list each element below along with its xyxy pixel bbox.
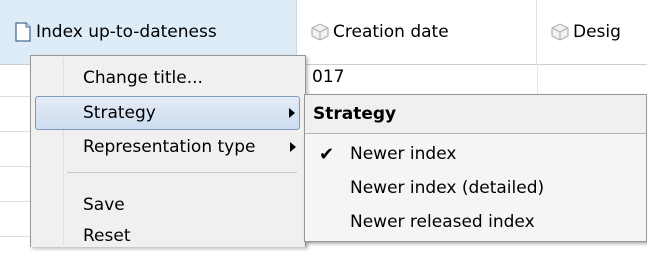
submenu-item-newer-index-detailed[interactable]: Newer index (detailed) — [305, 171, 646, 205]
chevron-right-icon — [289, 108, 295, 118]
cube-icon — [549, 21, 571, 43]
menu-separator — [67, 172, 297, 173]
menu-item-label: Change title... — [83, 68, 203, 88]
menu-item-label: Strategy — [83, 103, 156, 123]
row-divider — [0, 131, 30, 132]
column-header-label: Index up-to-dateness — [36, 22, 217, 42]
chevron-right-icon — [290, 142, 296, 152]
column-header-designation[interactable]: Desig — [537, 0, 647, 64]
column-header-label: Creation date — [333, 22, 449, 42]
menu-item-label: Representation type — [83, 137, 256, 157]
document-icon — [12, 21, 34, 43]
submenu-item-label: Newer released index — [350, 212, 535, 232]
context-menu: Change title... Strategy Representation … — [30, 55, 306, 248]
menu-item-save[interactable]: Save — [35, 188, 300, 222]
row-divider — [0, 201, 30, 202]
row-divider — [0, 236, 30, 237]
menu-item-change-title[interactable]: Change title... — [35, 61, 300, 95]
column-header-label: Desig — [573, 22, 621, 42]
table-cell[interactable]: 017 — [312, 67, 344, 87]
menu-item-representation-type[interactable]: Representation type — [35, 130, 300, 164]
menu-item-strategy[interactable]: Strategy — [35, 96, 300, 130]
submenu-title-label: Strategy — [313, 104, 397, 124]
checkmark-icon: ✔ — [319, 143, 335, 165]
submenu-item-label: Newer index — [350, 144, 457, 164]
menu-item-label: Save — [83, 195, 125, 215]
cube-icon — [309, 21, 331, 43]
menu-item-label: Reset — [83, 226, 131, 246]
column-divider — [537, 64, 538, 94]
submenu-item-newer-index[interactable]: ✔ Newer index — [305, 137, 646, 171]
submenu-title: Strategy — [305, 95, 646, 134]
strategy-submenu: Strategy ✔ Newer index Newer index (deta… — [304, 94, 647, 242]
submenu-item-newer-released-index[interactable]: Newer released index — [305, 205, 646, 239]
menu-item-reset[interactable]: Reset — [35, 219, 300, 253]
submenu-item-label: Newer index (detailed) — [350, 178, 545, 198]
row-divider — [0, 166, 30, 167]
column-header-creation-date[interactable]: Creation date — [297, 0, 537, 64]
